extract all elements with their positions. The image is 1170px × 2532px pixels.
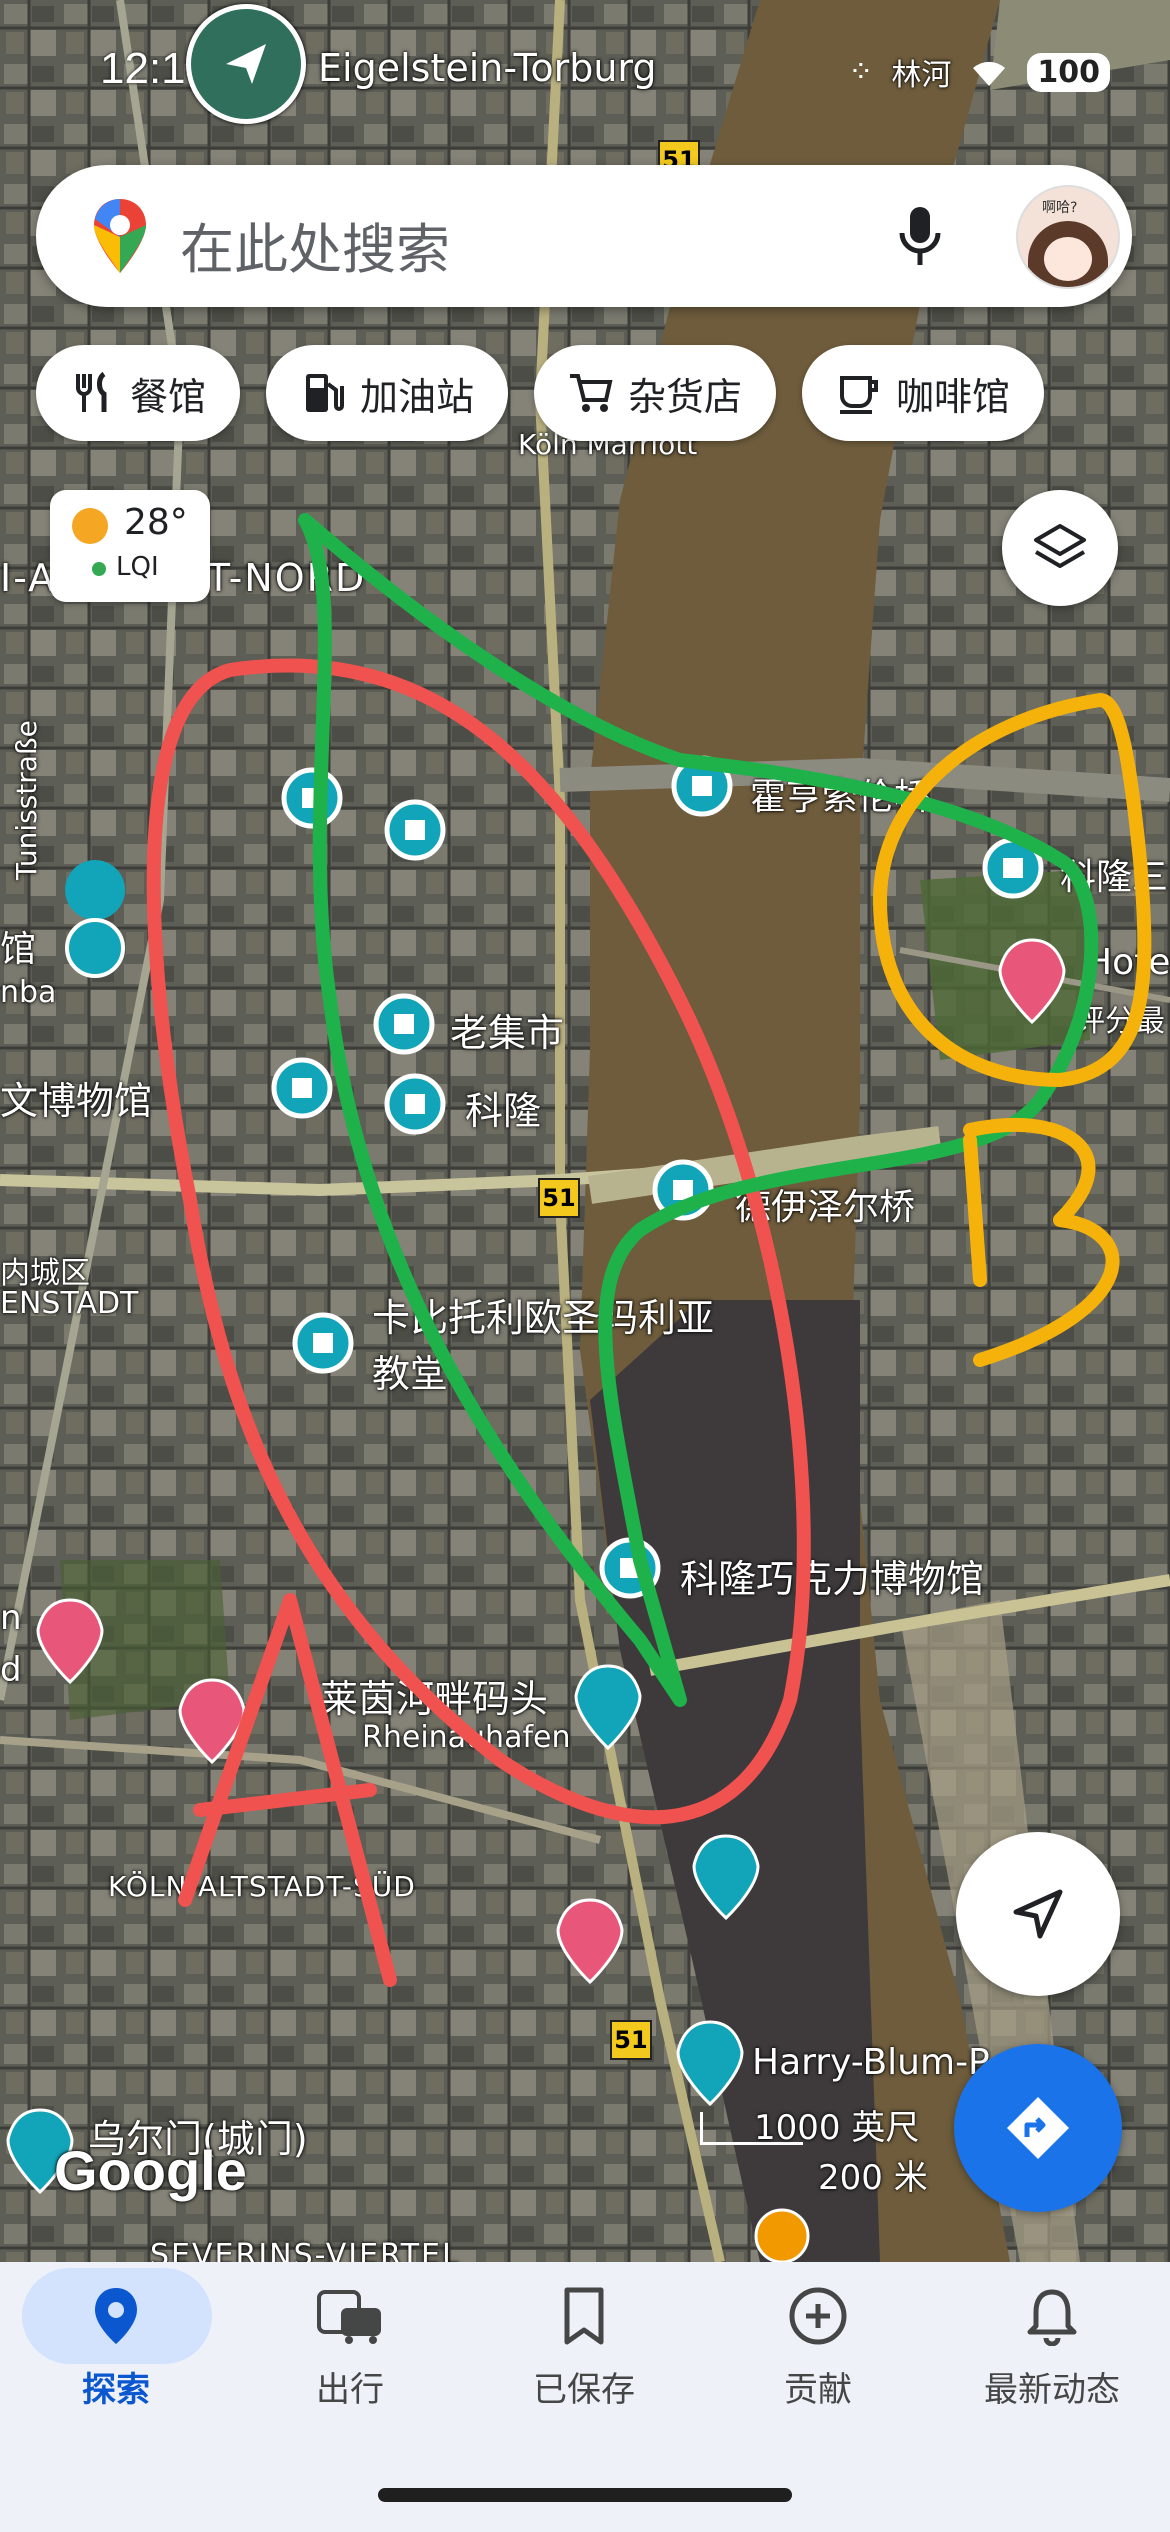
weather-aqi: LQI	[116, 552, 159, 582]
nav-label: 贡献	[784, 2370, 852, 2410]
annotation-letter-a	[178, 1593, 397, 1987]
chip-label: 杂货店	[628, 374, 743, 419]
gas-station-icon	[306, 374, 345, 412]
location-badge-text: Eigelstein-Torburg	[318, 46, 657, 90]
pin-icon	[95, 2288, 137, 2344]
nav-item-contribute[interactable]: 贡献	[718, 2286, 918, 2411]
cart-icon	[570, 374, 613, 412]
avatar-text: 啊哈?	[1042, 200, 1078, 216]
add-circle-icon	[789, 2287, 847, 2345]
category-chips: 餐馆 加油站 杂货店 咖啡馆	[36, 345, 1045, 441]
chip-label: 加油站	[360, 374, 475, 419]
directions-icon	[1007, 2097, 1069, 2159]
wifi-icon	[973, 61, 1006, 86]
scale-metric: 200 米	[818, 2158, 928, 2198]
battery-indicator: 100	[1027, 52, 1110, 92]
chip-restaurants[interactable]: 餐馆	[36, 345, 241, 441]
aqi-dot-icon	[92, 562, 106, 576]
location-thumbnail[interactable]	[186, 4, 306, 124]
hotel-pin-group	[36, 938, 1066, 1985]
nav-label: 已保存	[533, 2370, 635, 2410]
nav-label: 探索	[82, 2370, 150, 2410]
navigation-arrow-icon	[226, 44, 266, 84]
google-logo: Google	[54, 2139, 247, 2202]
status-icons: ⁘ 林河 100	[848, 50, 1110, 94]
microphone-icon[interactable]	[898, 205, 942, 269]
nav-label: 最新动态	[984, 2370, 1120, 2410]
nav-item-updates[interactable]: 最新动态	[952, 2286, 1152, 2411]
nav-item-explore[interactable]: 探索	[16, 2286, 216, 2411]
chip-label: 咖啡馆	[896, 374, 1011, 419]
restaurant-icon	[76, 371, 107, 412]
nav-label: 出行	[316, 2370, 384, 2410]
bell-icon	[1027, 2289, 1077, 2347]
chip-groceries[interactable]: 杂货店	[534, 345, 777, 441]
avatar[interactable]: 啊哈?	[1016, 185, 1120, 289]
carrier-text: 林河	[891, 58, 952, 93]
commute-icon	[317, 2290, 381, 2344]
chip-label: 餐馆	[130, 374, 207, 419]
nav-item-commute[interactable]: 出行	[250, 2286, 450, 2411]
sun-icon	[72, 508, 108, 544]
search-input[interactable]: 在此处搜索	[180, 205, 450, 284]
layers-button[interactable]	[1002, 490, 1118, 606]
scale-bar: 1000 英尺 200 米	[694, 2100, 934, 2198]
weather-temperature: 28°	[124, 502, 188, 543]
nav-item-saved[interactable]: 已保存	[484, 2286, 684, 2411]
my-location-button[interactable]	[956, 1832, 1120, 1996]
bookmark-icon	[564, 2287, 604, 2345]
search-bar[interactable]: 在此处搜索 啊哈?	[36, 165, 1132, 307]
annotation-red-loop	[146, 658, 811, 1825]
chip-gas-stations[interactable]: 加油站	[266, 345, 509, 441]
weather-widget[interactable]: 28° LQI	[50, 490, 210, 602]
signal-dots-icon: ⁘	[848, 54, 874, 90]
avatar-face	[1044, 237, 1092, 281]
home-indicator[interactable]	[378, 2488, 792, 2502]
scale-imperial: 1000 英尺	[754, 2108, 920, 2148]
annotation-letter-b	[963, 1117, 1120, 1367]
status-bar: 12:14 Eigelstein-Torburg ⁘ 林河 100	[0, 0, 1170, 150]
coffee-icon	[840, 376, 879, 414]
directions-button[interactable]	[954, 2044, 1122, 2212]
google-maps-logo-icon	[94, 199, 146, 273]
layers-icon	[1034, 524, 1086, 568]
navigation-arrow-icon	[1013, 1889, 1063, 1939]
chip-cafes[interactable]: 咖啡馆	[802, 345, 1045, 441]
